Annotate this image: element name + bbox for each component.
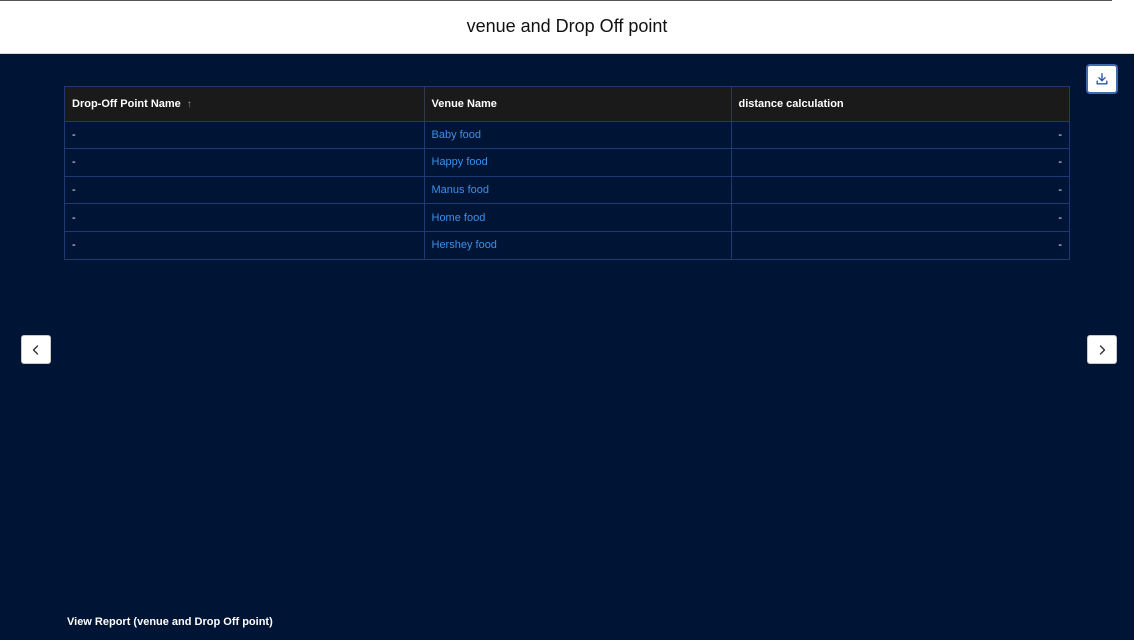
- previous-page-button[interactable]: [21, 335, 51, 364]
- download-icon: [1096, 73, 1108, 85]
- table-row: - Manus food -: [65, 175, 1069, 204]
- report-page: venue and Drop Off point Drop-Off Point …: [0, 0, 1134, 640]
- cell-distance: -: [731, 203, 1069, 232]
- sort-ascending-icon[interactable]: ↑: [187, 99, 192, 110]
- column-header-label: Venue Name: [431, 97, 497, 110]
- venue-link[interactable]: Home food: [432, 212, 486, 224]
- table-row: - Baby food -: [65, 120, 1069, 149]
- report-header: venue and Drop Off point: [0, 0, 1134, 54]
- table-row: - Hershey food -: [65, 230, 1069, 259]
- column-header-label: distance calculation: [738, 97, 844, 110]
- cell-dropoff: -: [65, 203, 425, 232]
- table-row: - Happy food -: [65, 148, 1069, 177]
- next-page-button[interactable]: [1087, 335, 1117, 364]
- cell-dropoff: -: [65, 148, 425, 177]
- cell-venue: Happy food: [424, 148, 732, 177]
- column-header-venue[interactable]: Venue Name: [424, 87, 732, 121]
- cell-venue: Manus food: [424, 175, 732, 204]
- header-top-divider: [0, 0, 1112, 1]
- download-button[interactable]: [1086, 64, 1118, 94]
- venue-link[interactable]: Baby food: [432, 129, 482, 141]
- cell-distance: -: [731, 230, 1069, 259]
- table-header-row: Drop-Off Point Name ↑ Venue Name distance…: [65, 87, 1069, 121]
- chevron-left-icon: [32, 344, 39, 355]
- venue-link[interactable]: Hershey food: [432, 239, 497, 251]
- cell-distance: -: [731, 148, 1069, 177]
- cell-venue: Baby food: [424, 120, 732, 149]
- column-header-dropoff[interactable]: Drop-Off Point Name ↑: [65, 87, 425, 121]
- venue-link[interactable]: Manus food: [432, 184, 489, 196]
- cell-dropoff: -: [65, 175, 425, 204]
- report-table: Drop-Off Point Name ↑ Venue Name distance…: [64, 86, 1070, 260]
- cell-dropoff: -: [65, 120, 425, 149]
- column-header-label: Drop-Off Point Name: [72, 97, 181, 110]
- cell-dropoff: -: [65, 230, 425, 259]
- cell-venue: Home food: [424, 203, 732, 232]
- page-title: venue and Drop Off point: [466, 16, 668, 36]
- cell-distance: -: [731, 175, 1069, 204]
- column-header-distance[interactable]: distance calculation: [731, 87, 1069, 121]
- view-report-label: View Report (venue and Drop Off point): [67, 616, 273, 628]
- table-row: - Home food -: [65, 203, 1069, 232]
- cell-distance: -: [731, 120, 1069, 149]
- chevron-right-icon: [1099, 344, 1106, 355]
- cell-venue: Hershey food: [424, 230, 732, 259]
- venue-link[interactable]: Happy food: [432, 156, 488, 168]
